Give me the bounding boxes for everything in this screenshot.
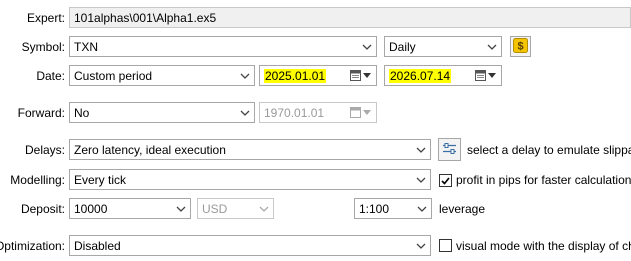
forward-value: No (74, 105, 90, 120)
date-from-value: 2025.01.01 (264, 68, 327, 83)
currency-select: USD (197, 198, 274, 219)
chevron-down-icon (236, 73, 254, 79)
modelling-value: Every tick (74, 172, 127, 187)
period-select[interactable]: Custom period (69, 65, 255, 86)
deposit-label: Deposit: (20, 202, 65, 216)
date-to-picker[interactable]: 2026.07.14 (384, 65, 502, 86)
deposit-value: 10000 (74, 201, 108, 216)
deposit-select[interactable]: 10000 (69, 198, 191, 219)
forward-select[interactable]: No (69, 102, 255, 123)
sliders-icon (442, 142, 457, 158)
optimization-select[interactable]: Disabled (69, 235, 431, 256)
optimization-label: Optimization: (0, 239, 65, 253)
delays-label: Delays: (24, 143, 65, 157)
profit-in-pips-checkbox[interactable] (439, 174, 452, 187)
dollar-icon: $ (513, 37, 528, 56)
modelling-select[interactable]: Every tick (69, 169, 431, 190)
delays-hint: select a delay to emulate slippage a (467, 143, 631, 157)
visual-mode-checkbox[interactable] (439, 239, 452, 252)
visual-mode-label[interactable]: visual mode with the display of charts, (456, 239, 631, 253)
date-to-value: 2026.07.14 (389, 68, 452, 83)
optimization-value: Disabled (74, 238, 121, 253)
forward-date-picker: 1970.01.01 (259, 102, 377, 123)
symbol-value: TXN (74, 39, 98, 54)
chevron-down-icon (255, 206, 273, 212)
timeframe-value: Daily (389, 39, 416, 54)
symbol-select[interactable]: TXN (69, 36, 377, 57)
expert-value: 101alphas\001\Alpha1.ex5 (74, 10, 217, 25)
calendar-icon[interactable] (475, 70, 501, 81)
chevron-down-icon (412, 243, 430, 249)
delays-value: Zero latency, ideal execution (74, 142, 226, 157)
svg-text:$: $ (517, 40, 523, 52)
calendar-icon[interactable] (350, 70, 376, 81)
calendar-icon (350, 107, 376, 118)
chevron-down-icon (236, 110, 254, 116)
forward-label: Forward: (17, 106, 65, 120)
chevron-down-icon (483, 44, 501, 50)
timeframe-select[interactable]: Daily (384, 36, 502, 57)
chevron-down-icon (172, 206, 190, 212)
modelling-label: Modelling: (10, 173, 65, 187)
period-value: Custom period (74, 68, 153, 83)
chevron-down-icon (358, 44, 376, 50)
chevron-down-icon (412, 177, 430, 183)
delay-settings-button[interactable] (438, 138, 461, 161)
expert-field[interactable]: 101alphas\001\Alpha1.ex5 (69, 7, 631, 28)
chevron-down-icon (413, 206, 431, 212)
date-label: Date: (36, 69, 65, 83)
chevron-down-icon (412, 147, 430, 153)
profit-in-pips-label[interactable]: profit in pips for faster calculations (456, 173, 631, 187)
symbol-label: Symbol: (21, 40, 65, 54)
checkmark-icon (441, 174, 450, 188)
delays-select[interactable]: Zero latency, ideal execution (69, 139, 431, 160)
leverage-value: 1:100 (359, 201, 390, 216)
leverage-label: leverage (439, 202, 486, 216)
leverage-select[interactable]: 1:100 (354, 198, 432, 219)
symbol-properties-button[interactable]: $ (510, 36, 531, 57)
expert-label: Expert: (26, 11, 65, 25)
forward-date-value: 1970.01.01 (264, 105, 325, 120)
date-from-picker[interactable]: 2025.01.01 (259, 65, 377, 86)
currency-value: USD (202, 201, 228, 216)
